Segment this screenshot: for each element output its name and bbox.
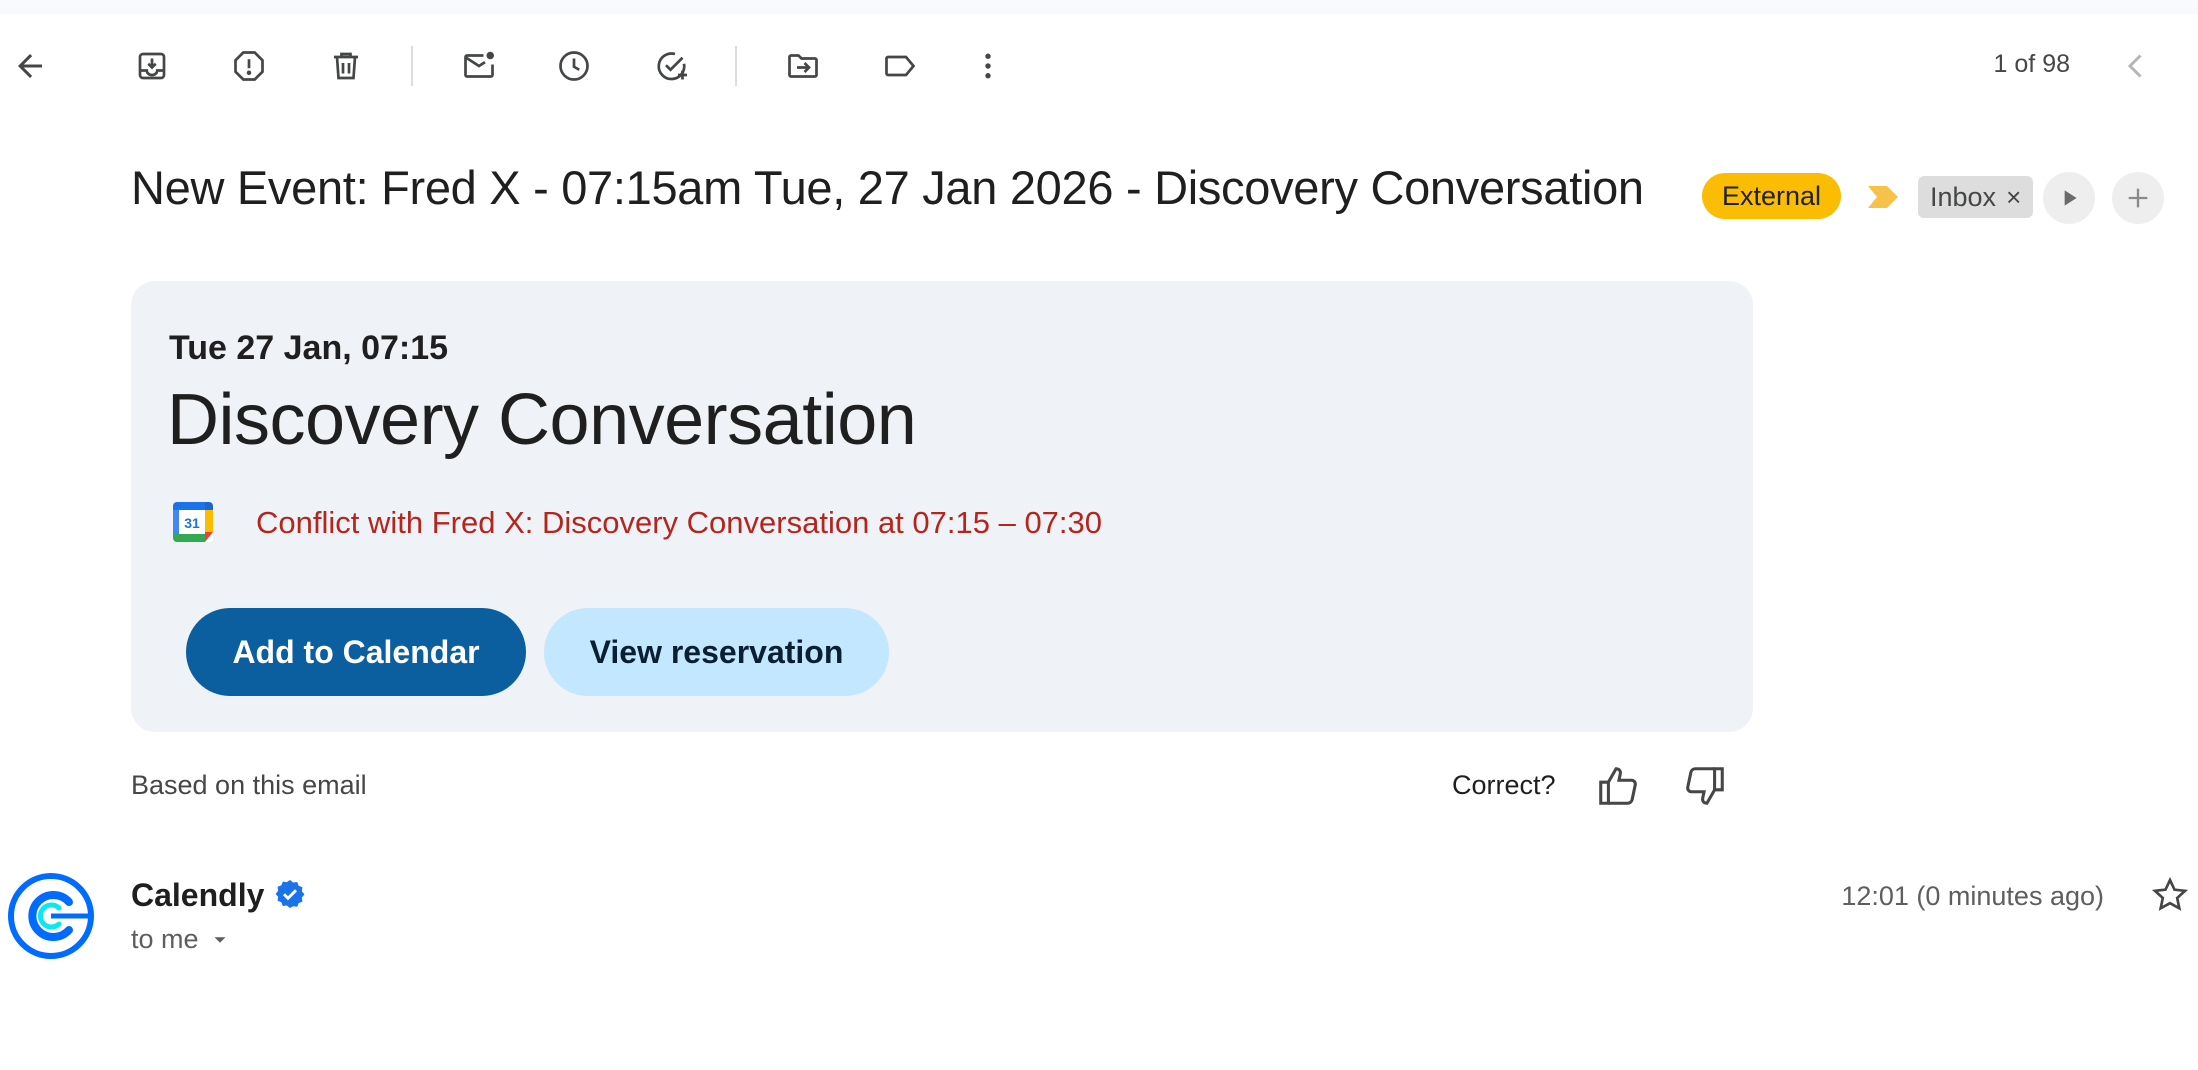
arrow-back-icon (18, 54, 42, 78)
view-reservation-button[interactable]: View reservation (544, 608, 889, 696)
add-task-icon (657, 52, 687, 81)
more-vert-icon (985, 53, 991, 79)
sender-name[interactable]: Calendly (131, 877, 264, 914)
label-icon (885, 55, 916, 77)
play-arrow-icon (2064, 190, 2077, 206)
archive-button[interactable] (126, 40, 178, 92)
report-spam-icon (234, 51, 264, 81)
top-strip (0, 0, 2198, 14)
open-new-window-button[interactable] (2112, 172, 2164, 224)
importance-marker-icon[interactable] (1866, 184, 1900, 210)
external-label: External (1702, 173, 1842, 219)
correct-prompt: Correct? (1452, 770, 1556, 800)
mark-unread-button[interactable] (453, 40, 505, 92)
toolbar-divider (411, 46, 413, 86)
message-counter: 1 of 98 (1993, 50, 2070, 78)
delete-button[interactable] (320, 40, 372, 92)
event-date: Tue 27 Jan, 07:15 (169, 329, 449, 367)
snooze-button[interactable] (548, 40, 600, 92)
calendly-avatar[interactable] (7, 872, 95, 960)
star-icon (2151, 876, 2189, 911)
thumbs-up-button[interactable] (1590, 758, 1646, 814)
newer-button[interactable] (2110, 40, 2162, 92)
labels-button[interactable] (874, 40, 926, 92)
back-button[interactable] (4, 40, 56, 92)
verified-badge-icon (275, 880, 305, 908)
toolbar-divider (735, 46, 737, 86)
google-calendar-icon: 31 (173, 502, 213, 542)
remove-label-icon[interactable]: × (2006, 176, 2021, 218)
recipient-text: to me (131, 924, 199, 954)
event-title: Discovery Conversation (167, 380, 917, 460)
add-to-calendar-button[interactable]: Add to Calendar (186, 608, 526, 696)
move-to-button[interactable] (777, 40, 829, 92)
thumbs-up-icon (1599, 767, 1637, 805)
add-to-tasks-button[interactable] (646, 40, 698, 92)
trash-icon (334, 52, 358, 80)
message-timestamp: 12:01 (0 minutes ago) (1841, 881, 2104, 911)
star-button[interactable] (2148, 873, 2192, 917)
email-subject: New Event: Fred X - 07:15am Tue, 27 Jan … (131, 161, 1644, 214)
plus-icon (2128, 188, 2148, 208)
thumbs-down-icon (1686, 767, 1724, 805)
clock-icon (559, 51, 589, 81)
report-spam-button[interactable] (223, 40, 275, 92)
archive-icon (138, 52, 166, 80)
mark-unread-icon (464, 51, 494, 78)
inbox-label-text: Inbox (1930, 182, 1997, 212)
calendar-day-number: 31 (184, 515, 200, 531)
print-all-button[interactable] (2043, 172, 2095, 224)
inbox-label: Inbox × (1918, 176, 2034, 218)
conflict-warning[interactable]: Conflict with Fred X: Discovery Conversa… (256, 505, 1102, 541)
more-button[interactable] (962, 40, 1014, 92)
based-on-email-text: Based on this email (131, 770, 367, 800)
thumbs-down-button[interactable] (1677, 758, 1733, 814)
chevron-left-icon (2127, 54, 2142, 78)
event-card: Tue 27 Jan, 07:15 Discovery Conversation… (131, 281, 1753, 732)
recipient-details-toggle[interactable]: to me (131, 924, 231, 955)
caret-down-icon (214, 936, 226, 943)
move-to-folder-icon (788, 54, 818, 78)
